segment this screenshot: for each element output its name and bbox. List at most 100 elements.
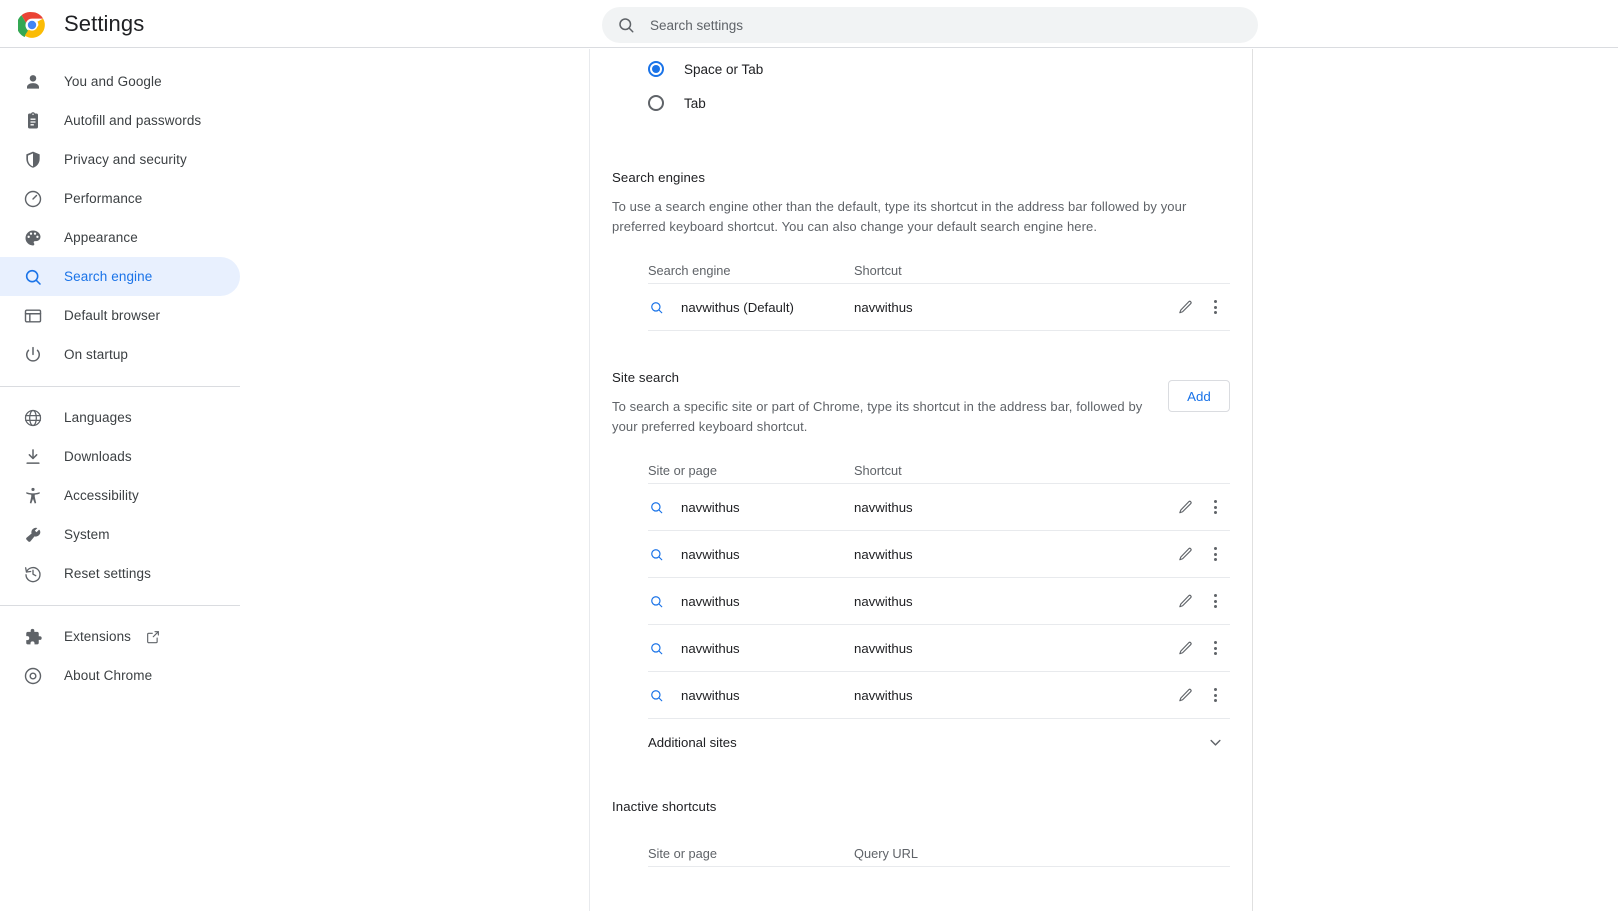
site-name-cell: navwithus bbox=[648, 546, 854, 562]
sidebar-item-on-startup[interactable]: On startup bbox=[0, 335, 240, 374]
site-search-more-menu-button[interactable] bbox=[1200, 586, 1230, 616]
external-link-icon[interactable] bbox=[145, 629, 161, 645]
search-engines-section: Search engines To use a search engine oth… bbox=[590, 170, 1252, 331]
sidebar-item-accessibility[interactable]: Accessibility bbox=[0, 476, 240, 515]
table-row[interactable]: navwithus navwithus bbox=[648, 625, 1230, 672]
site-name: navwithus bbox=[681, 594, 740, 609]
sidebar-item-performance[interactable]: Performance bbox=[0, 179, 240, 218]
site-name-cell: navwithus bbox=[648, 593, 854, 609]
table-row[interactable]: navwithus (Default)navwithus bbox=[648, 284, 1230, 331]
edit-site-search-button[interactable] bbox=[1170, 586, 1200, 616]
search-engines-description: To use a search engine other than the de… bbox=[612, 197, 1230, 236]
sidebar-item-label: Languages bbox=[64, 410, 132, 425]
search-settings-box[interactable] bbox=[602, 7, 1258, 43]
accessibility-icon bbox=[23, 486, 43, 506]
radio-button-tab[interactable] bbox=[648, 95, 664, 111]
edit-site-search-button[interactable] bbox=[1170, 492, 1200, 522]
sidebar-item-label: Extensions bbox=[64, 629, 131, 644]
person-icon bbox=[23, 72, 43, 92]
table-row[interactable]: navwithus navwithus bbox=[648, 578, 1230, 625]
sidebar-item-label: Downloads bbox=[64, 449, 132, 464]
radio-option-space-or-tab[interactable]: Space or Tab bbox=[590, 49, 1252, 77]
site-search-description: To search a specific site or part of Chr… bbox=[612, 397, 1152, 436]
row-actions bbox=[1170, 680, 1230, 710]
search-icon bbox=[648, 640, 664, 656]
column-header-query-url: Query URL bbox=[854, 846, 1154, 861]
sidebar-item-label: Accessibility bbox=[64, 488, 139, 503]
sidebar-item-downloads[interactable]: Downloads bbox=[0, 437, 240, 476]
site-shortcut: navwithus bbox=[854, 547, 1154, 562]
sidebar-item-extensions[interactable]: Extensions bbox=[0, 617, 240, 656]
more-vertical-icon bbox=[1214, 547, 1217, 561]
table-row[interactable]: navwithusnavwithus bbox=[648, 484, 1230, 531]
speedometer-icon bbox=[23, 189, 43, 209]
add-site-search-button[interactable]: Add bbox=[1168, 380, 1230, 412]
sidebar-item-languages[interactable]: Languages bbox=[0, 398, 240, 437]
inactive-shortcuts-section: Inactive shortcutsSite or pageQuery URL bbox=[590, 799, 1252, 867]
search-engine-name: navwithus (Default) bbox=[681, 300, 794, 315]
search-engine-name-cell: navwithus (Default) bbox=[648, 299, 854, 315]
search-engines-heading: Search engines bbox=[612, 170, 1230, 185]
browser-window-icon bbox=[23, 306, 43, 326]
settings-content-card: Space or Tab Tab Search engines To use a se… bbox=[589, 49, 1253, 911]
site-shortcut: navwithus bbox=[854, 688, 1154, 703]
search-icon bbox=[648, 593, 664, 609]
radio-button-space-or-tab[interactable] bbox=[648, 61, 664, 77]
sidebar-item-appearance[interactable]: Appearance bbox=[0, 218, 240, 257]
search-icon bbox=[648, 499, 664, 515]
site-search-heading: Site search bbox=[612, 370, 1230, 385]
sidebar-item-label: You and Google bbox=[64, 74, 162, 89]
site-shortcut: navwithus bbox=[854, 594, 1154, 609]
sidebar-item-reset-settings[interactable]: Reset settings bbox=[0, 554, 240, 593]
sidebar-item-label: Reset settings bbox=[64, 566, 151, 581]
sidebar-item-privacy-and-security[interactable]: Privacy and security bbox=[0, 140, 240, 179]
row-actions bbox=[1170, 633, 1230, 663]
app-header: Settings bbox=[0, 0, 1618, 48]
sidebar-item-label: Privacy and security bbox=[64, 152, 187, 167]
edit-search-engine-button[interactable] bbox=[1170, 292, 1200, 322]
settings-sidebar: You and Google Autofill and passwords Priv… bbox=[0, 48, 280, 911]
table-row[interactable]: navwithusnavwithus bbox=[648, 531, 1230, 578]
chevron-down-icon[interactable] bbox=[1200, 728, 1230, 758]
site-search-more-menu-button[interactable] bbox=[1200, 680, 1230, 710]
row-actions bbox=[1170, 292, 1230, 322]
column-header-shortcut: Shortcut bbox=[854, 463, 1154, 478]
edit-site-search-button[interactable] bbox=[1170, 539, 1200, 569]
sidebar-item-autofill-and-passwords[interactable]: Autofill and passwords bbox=[0, 101, 240, 140]
more-vertical-icon bbox=[1214, 641, 1217, 655]
sidebar-item-search-engine[interactable]: Search engine bbox=[0, 257, 240, 296]
puzzle-icon bbox=[23, 627, 43, 647]
site-name-cell: navwithus bbox=[648, 499, 854, 515]
site-name: navwithus bbox=[681, 641, 740, 656]
sidebar-item-label: On startup bbox=[64, 347, 128, 362]
more-vertical-icon bbox=[1214, 300, 1217, 314]
sidebar-item-label: Default browser bbox=[64, 308, 160, 323]
search-input[interactable] bbox=[650, 7, 1258, 43]
radio-label: Tab bbox=[684, 96, 706, 111]
more-vertical-icon bbox=[1214, 500, 1217, 514]
sidebar-item-system[interactable]: System bbox=[0, 515, 240, 554]
site-search-more-menu-button[interactable] bbox=[1200, 539, 1230, 569]
shield-icon bbox=[23, 150, 43, 170]
additional-sites-expander[interactable]: Additional sites bbox=[648, 719, 1230, 766]
search-icon bbox=[23, 267, 43, 287]
radio-option-tab[interactable]: Tab bbox=[590, 83, 1252, 123]
site-search-more-menu-button[interactable] bbox=[1200, 633, 1230, 663]
wrench-icon bbox=[23, 525, 43, 545]
site-name-cell: navwithus bbox=[648, 687, 854, 703]
edit-site-search-button[interactable] bbox=[1170, 633, 1200, 663]
sidebar-item-about-chrome[interactable]: About Chrome bbox=[0, 656, 240, 695]
sidebar-item-default-browser[interactable]: Default browser bbox=[0, 296, 240, 335]
palette-icon bbox=[23, 228, 43, 248]
additional-sites-label: Additional sites bbox=[648, 735, 737, 750]
sidebar-item-you-and-google[interactable]: You and Google bbox=[0, 62, 240, 101]
site-search-more-menu-button[interactable] bbox=[1200, 492, 1230, 522]
table-row[interactable]: navwithusnavwithus bbox=[648, 672, 1230, 719]
more-vertical-icon bbox=[1214, 594, 1217, 608]
history-restore-icon bbox=[23, 564, 43, 584]
search-engine-more-menu-button[interactable] bbox=[1200, 292, 1230, 322]
site-shortcut: navwithus bbox=[854, 641, 1154, 656]
edit-site-search-button[interactable] bbox=[1170, 680, 1200, 710]
column-header-shortcut: Shortcut bbox=[854, 263, 1154, 278]
sidebar-item-label: System bbox=[64, 527, 110, 542]
